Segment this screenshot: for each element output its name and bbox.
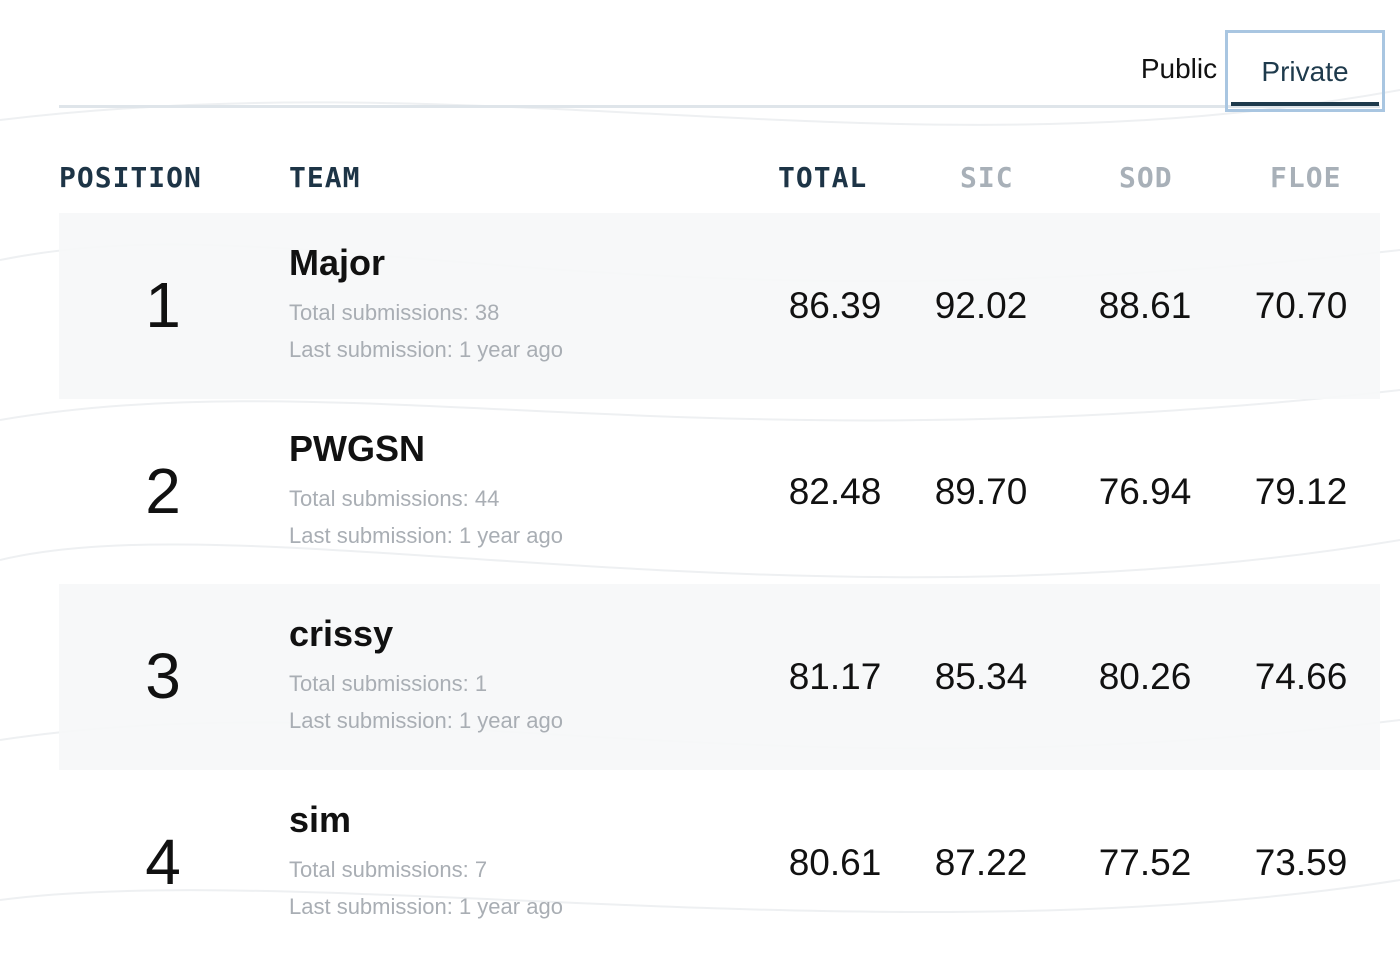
total-submissions: Total submissions: 7 bbox=[289, 857, 488, 882]
row-position: 2 bbox=[145, 455, 181, 527]
total-submissions: Total submissions: 44 bbox=[289, 486, 500, 511]
table-row: 2 PWGSN Total submissions: 44 Last submi… bbox=[59, 399, 1380, 585]
score-total: 80.61 bbox=[788, 842, 882, 883]
score-sod: 88.61 bbox=[1098, 285, 1192, 326]
score-sod: 80.26 bbox=[1098, 656, 1192, 697]
total-submissions: Total submissions: 1 bbox=[289, 671, 488, 696]
column-header-sic[interactable]: SIC bbox=[960, 158, 1014, 198]
score-total: 81.17 bbox=[788, 656, 882, 697]
column-header-team: TEAM bbox=[289, 161, 361, 194]
table-row: 3 crissy Total submissions: 1 Last submi… bbox=[59, 584, 1380, 770]
leaderboard-tabs: Public Private bbox=[59, 0, 1385, 112]
leaderboard-page: Public Private POSITION TEAM TOTAL SIC S… bbox=[0, 0, 1400, 960]
score-floe: 79.12 bbox=[1254, 471, 1348, 512]
score-total: 82.48 bbox=[788, 471, 882, 512]
last-submission: Last submission: 1 year ago bbox=[289, 894, 563, 919]
column-header-floe[interactable]: FLOE bbox=[1270, 158, 1341, 198]
tab-private-label: Private bbox=[1261, 56, 1349, 87]
score-sic: 85.34 bbox=[934, 656, 1028, 697]
row-position: 4 bbox=[145, 826, 181, 898]
tab-private[interactable]: Private bbox=[1225, 30, 1385, 112]
column-header-sod[interactable]: SOD bbox=[1119, 158, 1173, 198]
row-position: 1 bbox=[145, 269, 181, 341]
row-position: 3 bbox=[145, 640, 181, 712]
score-floe: 73.59 bbox=[1254, 842, 1348, 883]
last-submission: Last submission: 1 year ago bbox=[289, 337, 563, 362]
team-name: sim bbox=[289, 799, 352, 840]
last-submission: Last submission: 1 year ago bbox=[289, 523, 563, 548]
score-floe: 74.66 bbox=[1254, 656, 1348, 697]
table-row: 1 Major Total submissions: 38 Last submi… bbox=[59, 213, 1380, 399]
score-sod: 77.52 bbox=[1098, 842, 1192, 883]
score-sic: 89.70 bbox=[934, 471, 1028, 512]
team-name: PWGSN bbox=[289, 428, 426, 469]
score-floe: 70.70 bbox=[1254, 285, 1348, 326]
total-submissions: Total submissions: 38 bbox=[289, 300, 500, 325]
score-total: 86.39 bbox=[788, 285, 882, 326]
score-sic: 92.02 bbox=[934, 285, 1028, 326]
active-tab-underline bbox=[1231, 102, 1379, 106]
last-submission: Last submission: 1 year ago bbox=[289, 708, 563, 733]
column-header-position: POSITION bbox=[59, 161, 202, 194]
score-sod: 76.94 bbox=[1098, 471, 1192, 512]
table-row: 4 sim Total submissions: 7 Last submissi… bbox=[59, 770, 1380, 956]
column-header-total[interactable]: TOTAL bbox=[778, 158, 867, 198]
score-sic: 87.22 bbox=[934, 842, 1028, 883]
team-name: Major bbox=[289, 242, 386, 283]
team-name: crissy bbox=[289, 613, 394, 654]
